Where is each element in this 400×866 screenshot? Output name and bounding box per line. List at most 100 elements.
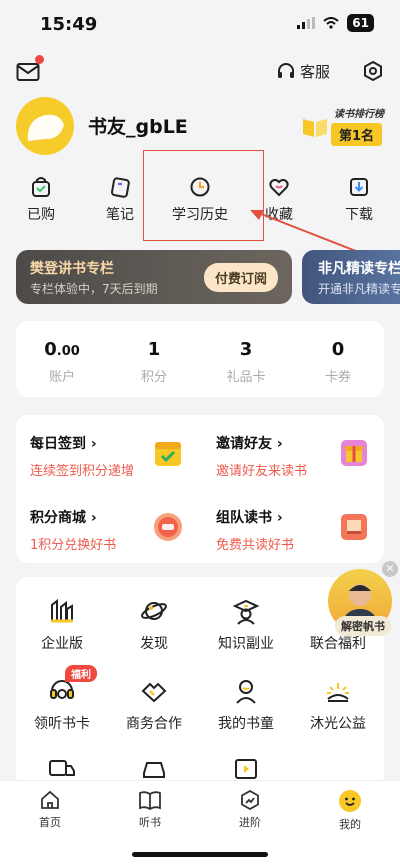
enterprise-icon	[51, 598, 73, 623]
subscribe-button[interactable]: 付费订阅	[203, 263, 278, 292]
vip-card-fandeng[interactable]: 樊登讲书专栏 专栏体验中，7天后到期 付费订阅	[16, 250, 292, 304]
status-icons: 61	[297, 14, 374, 32]
note-icon	[111, 177, 130, 198]
welfare-tag: 福利	[65, 665, 97, 682]
stat-decimal: .00	[56, 344, 80, 359]
service-label: 沐光公益	[310, 716, 366, 732]
calendar-check-icon	[155, 442, 181, 466]
headset-icon	[277, 62, 294, 78]
tab-mine[interactable]: 我的	[300, 789, 400, 832]
status-time: 15:49	[40, 14, 98, 35]
annotation-highlight-box	[143, 150, 264, 241]
rank-value: 第1名	[330, 123, 382, 146]
task-points-mall[interactable]: 积分商城 › 1积分兑换好书	[30, 507, 116, 553]
notification-dot	[35, 55, 44, 64]
service-listen-card[interactable]: 领听书卡	[16, 677, 108, 733]
task-subtitle: 1积分兑换好书	[30, 538, 117, 553]
close-icon: ✕	[385, 562, 395, 575]
service-knowledge-side-job[interactable]: 知识副业	[200, 597, 292, 653]
points-mall-icon	[154, 513, 182, 541]
signal-icon	[297, 17, 316, 29]
service-label: 知识副业	[218, 636, 274, 652]
book-icon	[303, 119, 327, 137]
stats-card: 0.00 账户 1 积分 3 礼品卡 0 卡券	[16, 321, 384, 397]
rank-title: 读书排行榜	[334, 109, 384, 120]
stat-label: 账户	[48, 370, 75, 385]
graduate-icon	[232, 599, 260, 625]
delivery-icon[interactable]	[48, 757, 76, 781]
vip-title: 樊登讲书专栏	[30, 261, 114, 277]
service-enterprise[interactable]: 企业版	[16, 597, 108, 653]
tab-label: 我的	[339, 818, 361, 831]
tab-advance[interactable]: 进阶	[200, 789, 300, 830]
open-book-icon	[139, 791, 161, 811]
task-daily-checkin[interactable]: 每日签到 › 连续签到积分递增	[30, 433, 134, 479]
stat-coupon[interactable]: 0 卡券	[292, 339, 384, 385]
vip-title: 非凡精读专栏	[318, 261, 400, 277]
service-label: 客服	[299, 63, 330, 81]
floating-promo-label[interactable]: 解密帆书	[335, 616, 391, 636]
home-indicator	[132, 852, 268, 857]
avatar[interactable]	[16, 97, 74, 155]
stat-label: 积分	[140, 370, 167, 385]
task-title: 每日签到	[30, 436, 86, 452]
task-title: 邀请好友	[216, 436, 272, 452]
smile-icon	[339, 790, 361, 812]
heart-icon	[269, 178, 289, 197]
book-buddy-icon	[236, 680, 256, 704]
growth-icon	[241, 789, 259, 811]
stat-value: 0	[331, 339, 345, 360]
video-icon[interactable]	[232, 757, 260, 781]
stat-gift-card[interactable]: 3 礼品卡	[200, 339, 292, 385]
quick-label: 已购	[27, 207, 55, 223]
reading-rank-badge[interactable]: 读书排行榜 第1名	[300, 103, 392, 147]
service-label: 领听书卡	[34, 716, 90, 732]
stat-label: 礼品卡	[226, 370, 266, 385]
service-label: 商务合作	[126, 716, 182, 732]
stat-label: 卡券	[324, 370, 351, 385]
wifi-icon	[323, 17, 339, 29]
service-business-cooperation[interactable]: 商务合作	[108, 677, 200, 733]
stat-account[interactable]: 0.00 账户	[16, 339, 108, 385]
sunrise-icon	[327, 683, 349, 702]
customer-service-button[interactable]: 客服	[276, 61, 330, 82]
tab-listen[interactable]: 听书	[100, 789, 200, 830]
task-invite-friends[interactable]: 邀请好友 › 邀请好友来读书	[216, 433, 307, 479]
tab-home[interactable]: 首页	[0, 789, 100, 830]
vip-subtitle: 专栏体验中，7天后到期	[30, 282, 158, 296]
tab-label: 听书	[139, 816, 161, 829]
service-label: 发现	[140, 636, 168, 652]
task-title: 组队读书	[216, 510, 272, 526]
vip-subtitle: 开通非凡精读专栏	[318, 282, 400, 296]
car-icon[interactable]	[140, 757, 168, 781]
handshake-icon	[141, 682, 167, 703]
stat-value: 0	[44, 339, 57, 360]
download-icon	[350, 178, 368, 196]
stat-points[interactable]: 1 积分	[108, 339, 200, 385]
default-avatar-icon	[27, 114, 64, 141]
task-subtitle: 连续签到积分递增	[30, 464, 135, 479]
message-button[interactable]	[16, 55, 44, 82]
battery-indicator: 61	[347, 14, 374, 32]
tab-label: 进阶	[239, 816, 261, 829]
service-label: 企业版	[41, 636, 83, 652]
task-group-reading[interactable]: 组队读书 › 免费共读好书	[216, 507, 294, 553]
vip-card-feifan[interactable]: 非凡精读专栏 开通非凡精读专栏	[302, 250, 400, 304]
quick-purchased[interactable]: 已购	[8, 176, 74, 224]
service-discover[interactable]: 发现	[108, 597, 200, 653]
bag-icon	[32, 177, 50, 197]
service-label: 我的书童	[218, 716, 274, 732]
quick-label: 笔记	[106, 207, 134, 223]
floating-close-button[interactable]: ✕	[382, 561, 398, 577]
service-my-book-buddy[interactable]: 我的书童	[200, 677, 292, 733]
tab-label: 首页	[39, 816, 61, 829]
stat-value: 3	[239, 339, 253, 360]
task-title: 积分商城	[30, 510, 86, 526]
books-icon	[341, 514, 367, 540]
planet-icon	[141, 602, 167, 620]
gear-icon	[364, 60, 382, 82]
task-subtitle: 免费共读好书	[216, 538, 295, 553]
username[interactable]: 书友_gbLE	[88, 112, 188, 139]
service-charity[interactable]: 沐光公益	[292, 677, 384, 733]
settings-button[interactable]	[362, 60, 384, 82]
